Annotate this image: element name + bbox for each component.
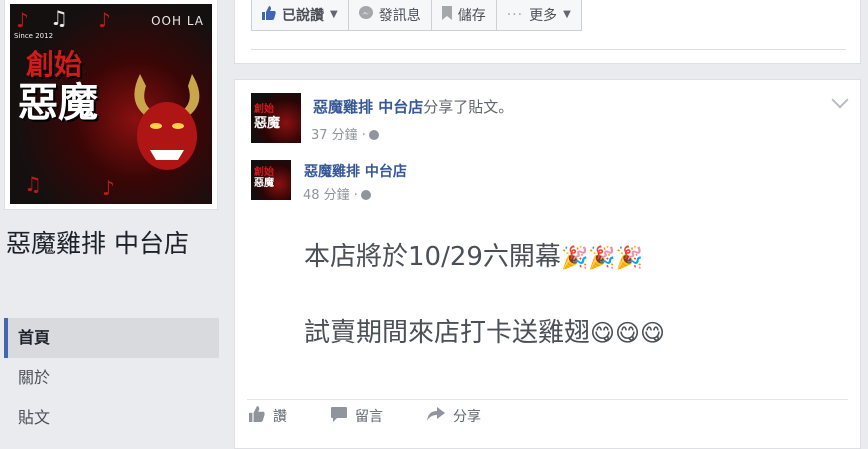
- share-button[interactable]: 分享: [427, 406, 481, 426]
- music-note-icon: ♫: [50, 6, 68, 30]
- demon-face-icon: [134, 74, 200, 170]
- avatar-brand-text: 創始 惡魔: [254, 167, 274, 189]
- save-button[interactable]: 儲存: [430, 0, 497, 31]
- music-note-icon: ♫: [24, 172, 42, 196]
- caret-down-icon: ▼: [563, 9, 571, 20]
- shared-post-header: 惡魔雞排 中台店: [304, 161, 407, 181]
- cover-ooh-text: OOH LA: [151, 14, 204, 28]
- post-line2-text: 試賣期間來店打卡送雞翅: [304, 318, 591, 348]
- shared-time-link[interactable]: 48 分鐘 ·: [303, 188, 358, 203]
- nav-item-home[interactable]: 首頁: [4, 318, 219, 358]
- caret-down-icon: ▼: [330, 9, 338, 20]
- shared-author-link[interactable]: 惡魔雞排 中台店: [304, 164, 407, 180]
- comment-label: 留言: [355, 409, 383, 425]
- liked-label: 已說讚: [282, 7, 324, 24]
- author-avatar[interactable]: 創始 惡魔: [251, 93, 301, 143]
- post-author-link[interactable]: 惡魔雞排 中台店: [313, 98, 423, 116]
- comment-icon: [331, 406, 347, 426]
- page-action-bar: 已說讚 ▼ 發訊息 儲存 ··· 更多 ▼: [251, 0, 582, 33]
- page-nav: 首頁 關於 貼文: [4, 318, 219, 438]
- post-time-link[interactable]: 37 分鐘 ·: [311, 128, 366, 143]
- like-label: 讚: [273, 409, 287, 425]
- page-title: 惡魔雞排 中台店: [6, 229, 189, 258]
- more-button[interactable]: ··· 更多 ▼: [495, 0, 582, 31]
- globe-icon: [368, 130, 379, 140]
- messenger-icon: [358, 5, 373, 24]
- shared-post-timestamp: 48 分鐘 ·: [303, 184, 371, 203]
- message-label: 發訊息: [378, 7, 421, 24]
- page-actions-card: 已說讚 ▼ 發訊息 儲存 ··· 更多 ▼: [234, 0, 861, 64]
- thumbs-up-icon: [262, 5, 276, 24]
- nav-item-about[interactable]: 關於: [4, 358, 219, 398]
- music-note-icon: ♪: [102, 176, 115, 200]
- cover-brand-logo: 創始 惡魔: [18, 50, 98, 126]
- post-action-text: 分享了貼文。: [423, 98, 514, 116]
- divider: [251, 49, 846, 50]
- save-label: 儲存: [457, 7, 486, 24]
- post-text-line: 本店將於10/29六開幕🎉🎉🎉: [304, 236, 643, 273]
- cover-brand-small: 創始: [26, 48, 83, 81]
- globe-icon: [360, 190, 371, 200]
- message-button[interactable]: 發訊息: [347, 0, 432, 31]
- shared-author-avatar[interactable]: 創始 惡魔: [251, 160, 291, 200]
- ellipsis-icon: ···: [506, 6, 524, 23]
- cover-brand-big: 惡魔: [18, 79, 98, 126]
- page-cover-frame: ♪ ♫ ♪ ♫ ♪ OOH LA Since 2012 創始 惡魔: [4, 0, 218, 210]
- cover-since-text: Since 2012: [14, 32, 54, 40]
- yum-face-icon: 😋😋😋: [590, 319, 666, 347]
- liked-button[interactable]: 已說讚 ▼: [251, 0, 349, 31]
- page-profile-picture[interactable]: ♪ ♫ ♪ ♫ ♪ OOH LA Since 2012 創始 惡魔: [10, 4, 212, 204]
- comment-button[interactable]: 留言: [331, 406, 383, 426]
- share-label: 分享: [453, 409, 481, 425]
- bookmark-icon: [441, 5, 452, 24]
- post-card: 創始 惡魔 惡魔雞排 中台店分享了貼文。 37 分鐘 · 創始 惡魔 惡魔雞排 中台…: [234, 79, 861, 449]
- chevron-down-icon[interactable]: [831, 91, 849, 109]
- like-button[interactable]: 讚: [249, 406, 287, 426]
- more-label: 更多: [529, 7, 558, 24]
- music-note-icon: ♪: [16, 8, 29, 32]
- share-arrow-icon: [427, 407, 445, 425]
- post-line1-text: 本店將於10/29六開幕: [304, 242, 561, 272]
- music-note-icon: ♪: [98, 8, 111, 32]
- post-text-line: 試賣期間來店打卡送雞翅😋😋😋: [304, 312, 665, 349]
- nav-item-posts[interactable]: 貼文: [4, 398, 219, 438]
- post-action-bar: 讚 留言 分享: [249, 406, 525, 426]
- avatar-brand-text: 創始 惡魔: [254, 104, 281, 131]
- thumbs-up-icon: [249, 406, 265, 426]
- party-popper-icon: 🎉🎉🎉: [560, 246, 644, 271]
- post-header: 惡魔雞排 中台店分享了貼文。: [313, 96, 513, 117]
- post-timestamp: 37 分鐘 ·: [311, 124, 379, 143]
- divider: [247, 399, 848, 400]
